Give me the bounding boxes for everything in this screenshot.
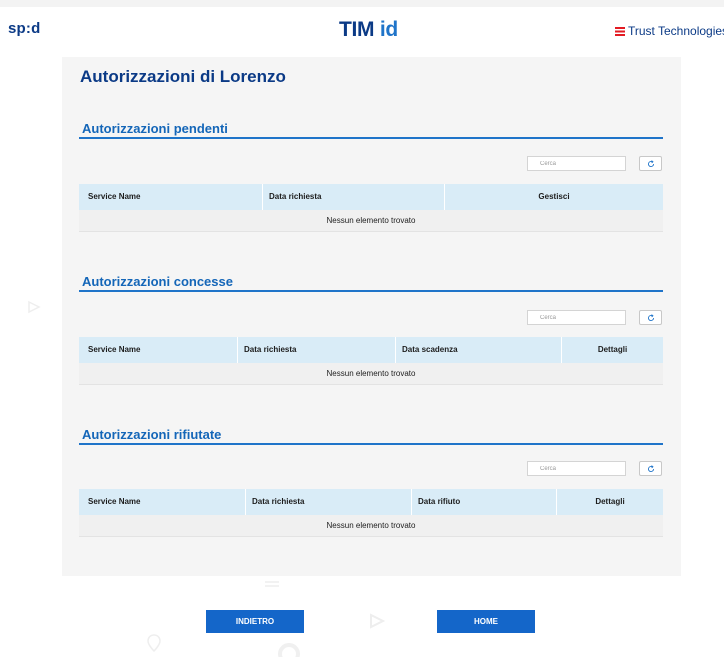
trust-logo-icon	[615, 27, 625, 36]
refresh-icon	[647, 464, 654, 472]
home-button[interactable]: HOME	[437, 610, 535, 633]
column-header-data-scadenza[interactable]: Data scadenza	[395, 337, 458, 363]
refresh-button-pendenti[interactable]	[639, 156, 662, 171]
column-header-data-richiesta[interactable]: Data richiesta	[245, 489, 304, 515]
table-pendenti: Service Name Data richiesta Gestisci Nes…	[79, 184, 663, 232]
column-header-data-richiesta[interactable]: Data richiesta	[262, 184, 321, 210]
column-header-dettagli[interactable]: Dettagli	[561, 337, 663, 363]
section-title-rifiutate: Autorizzazioni rifiutate	[82, 427, 222, 442]
table-empty-row: Nessun elemento trovato	[79, 363, 663, 385]
column-header-gestisci[interactable]: Gestisci	[444, 184, 663, 210]
column-header-data-rifiuto[interactable]: Data rifiuto	[411, 489, 460, 515]
section-title-concesse: Autorizzazioni concesse	[82, 274, 233, 289]
timid-logo-main: TIM	[339, 18, 375, 41]
timid-logo: TIM id	[339, 18, 398, 42]
section-title-pendenti: Autorizzazioni pendenti	[82, 121, 228, 136]
column-header-service-name[interactable]: Service Name	[88, 337, 140, 363]
decorative-ring-icon	[278, 643, 300, 657]
refresh-button-concesse[interactable]	[639, 310, 662, 325]
column-header-service-name[interactable]: Service Name	[88, 184, 140, 210]
table-empty-row: Nessun elemento trovato	[79, 515, 663, 537]
decorative-pin-icon	[147, 634, 161, 653]
decorative-lines-icon	[265, 581, 279, 587]
back-button[interactable]: INDIETRO	[206, 610, 304, 633]
column-header-service-name[interactable]: Service Name	[88, 489, 140, 515]
table-header: Service Name Data richiesta Gestisci	[79, 184, 663, 210]
section-divider	[79, 137, 663, 139]
search-input-rifiutate[interactable]	[527, 461, 626, 476]
refresh-button-rifiutate[interactable]	[639, 461, 662, 476]
section-divider	[79, 443, 663, 445]
trust-logo-text: Trust Technologies	[628, 24, 724, 38]
section-divider	[79, 290, 663, 292]
decorative-triangle-icon	[370, 613, 386, 629]
column-header-data-richiesta[interactable]: Data richiesta	[237, 337, 296, 363]
table-header: Service Name Data richiesta Data rifiuto…	[79, 489, 663, 515]
trust-technologies-logo: Trust Technologies	[615, 24, 724, 38]
table-empty-row: Nessun elemento trovato	[79, 210, 663, 232]
refresh-icon	[647, 313, 654, 321]
page-title: Autorizzazioni di Lorenzo	[80, 67, 286, 86]
decorative-triangle-icon	[28, 300, 41, 314]
top-strip	[0, 0, 724, 7]
column-header-dettagli[interactable]: Dettagli	[556, 489, 663, 515]
timid-logo-accent: id	[379, 18, 398, 41]
table-header: Service Name Data richiesta Data scadenz…	[79, 337, 663, 363]
site-header: sp:d TIM id Trust Technologies	[0, 7, 724, 52]
search-input-pendenti[interactable]	[527, 156, 626, 171]
spid-logo: sp:d	[8, 20, 41, 37]
search-input-concesse[interactable]	[527, 310, 626, 325]
table-concesse: Service Name Data richiesta Data scadenz…	[79, 337, 663, 385]
refresh-icon	[647, 159, 654, 167]
table-rifiutate: Service Name Data richiesta Data rifiuto…	[79, 489, 663, 537]
